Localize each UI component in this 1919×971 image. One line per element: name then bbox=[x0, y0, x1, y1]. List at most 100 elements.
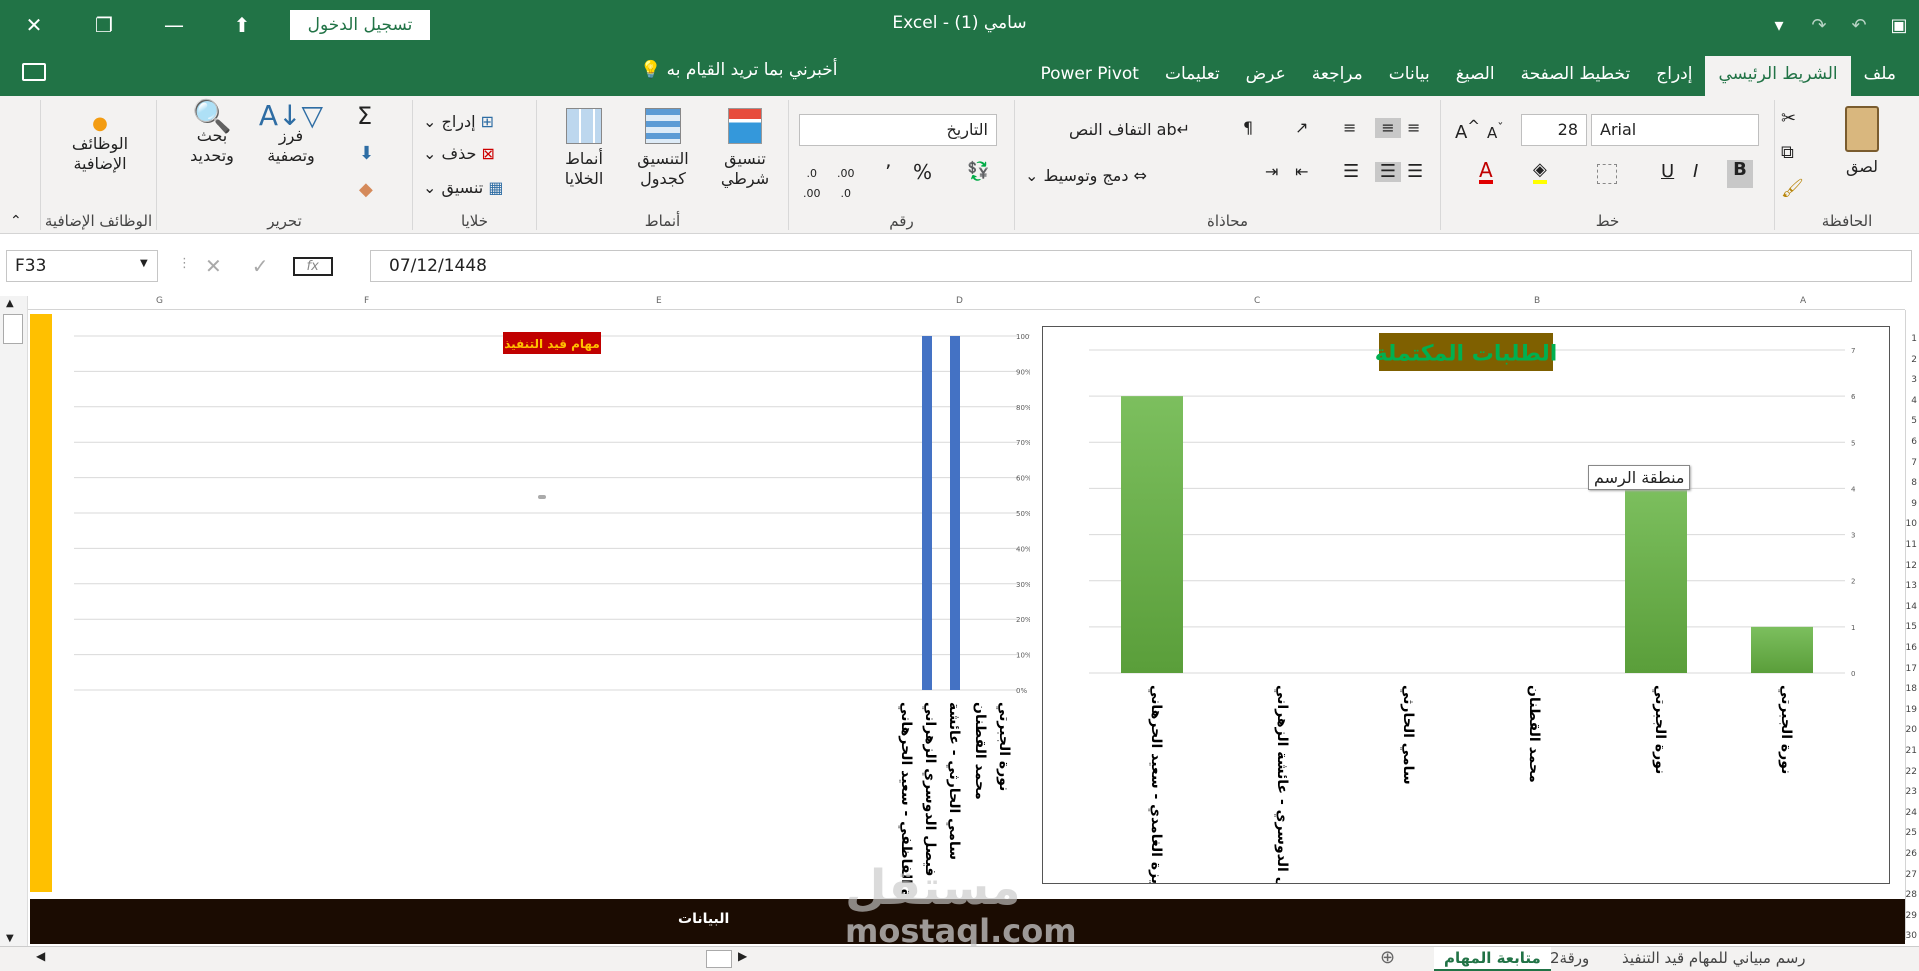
tab-8[interactable]: تعليمات bbox=[1152, 56, 1233, 96]
cell-styles-button[interactable]: أنماط الخلايا bbox=[547, 108, 621, 189]
row-header[interactable]: 25 bbox=[1906, 828, 1917, 838]
tab-9[interactable]: Power Pivot bbox=[1027, 56, 1152, 96]
align-bottom-icon[interactable]: ≡ bbox=[1407, 118, 1420, 138]
row-header[interactable]: 18 bbox=[1906, 684, 1917, 694]
redo-icon[interactable]: ↷ bbox=[1799, 15, 1839, 36]
column-header[interactable]: F bbox=[364, 296, 369, 306]
align-top-icon[interactable]: ≡ bbox=[1343, 118, 1356, 138]
row-header[interactable]: 17 bbox=[1906, 664, 1917, 674]
row-header[interactable]: 30 bbox=[1906, 931, 1917, 941]
autosum-icon[interactable]: Σ bbox=[357, 104, 372, 128]
cancel-icon[interactable]: ✕ bbox=[205, 254, 222, 278]
font-name-box[interactable]: Arial bbox=[1591, 114, 1759, 146]
column-header[interactable]: B bbox=[1534, 296, 1540, 306]
hscroll-thumb[interactable] bbox=[706, 950, 732, 968]
tab-7[interactable]: عرض bbox=[1233, 56, 1299, 96]
row-header[interactable]: 3 bbox=[1911, 375, 1917, 385]
row-header[interactable]: 8 bbox=[1911, 478, 1917, 488]
bold-button[interactable]: B bbox=[1727, 160, 1753, 188]
customize-qat-icon[interactable]: ▾ bbox=[1759, 15, 1799, 36]
italic-button[interactable]: I bbox=[1693, 162, 1698, 182]
cut-icon[interactable]: ✂ bbox=[1781, 108, 1796, 129]
row-header[interactable]: 1 bbox=[1911, 334, 1917, 344]
grow-font-icon[interactable]: A^ bbox=[1455, 116, 1480, 143]
row-header[interactable]: 21 bbox=[1906, 746, 1917, 756]
merge-center-button[interactable]: ⌄ دمج وتوسيط ⇔ bbox=[1025, 166, 1147, 186]
font-size-box[interactable]: 28 bbox=[1521, 114, 1587, 146]
shrink-font-icon[interactable]: Aˇ bbox=[1487, 118, 1504, 143]
sheet-tab-active[interactable]: متابعة المهام bbox=[1434, 947, 1551, 971]
underline-button[interactable]: U bbox=[1661, 162, 1674, 182]
row-header[interactable]: 5 bbox=[1911, 416, 1917, 426]
borders-icon[interactable] bbox=[1597, 164, 1617, 184]
new-sheet-icon[interactable]: ⊕ bbox=[1380, 947, 1395, 968]
row-header[interactable]: 7 bbox=[1911, 458, 1917, 468]
scroll-thumb[interactable] bbox=[3, 314, 23, 344]
align-right-icon[interactable]: ☰ bbox=[1343, 162, 1359, 182]
row-header[interactable]: 27 bbox=[1906, 870, 1917, 880]
delete-cells-button[interactable]: ⌄ حذف ⊠ bbox=[423, 144, 495, 164]
clear-icon[interactable]: ◆ bbox=[359, 180, 373, 200]
sheet-tab-2[interactable]: ورقة2 bbox=[1550, 947, 1589, 971]
row-header[interactable]: 6 bbox=[1911, 437, 1917, 447]
row-header[interactable]: 11 bbox=[1906, 540, 1917, 550]
collapse-ribbon-icon[interactable]: ⌃ bbox=[10, 213, 22, 229]
conditional-formatting-button[interactable]: تنسيق شرطي bbox=[707, 108, 783, 189]
format-as-table-button[interactable]: التنسيق كجدول bbox=[623, 108, 703, 189]
tab-0[interactable]: ملف bbox=[1851, 56, 1909, 96]
tab-6[interactable]: مراجعة bbox=[1299, 56, 1376, 96]
outdent-icon[interactable]: ⇥ bbox=[1265, 162, 1278, 182]
addins-button[interactable]: ● الوظائف الإضافية bbox=[55, 114, 145, 174]
row-header[interactable]: 20 bbox=[1906, 725, 1917, 735]
row-header[interactable]: 15 bbox=[1906, 622, 1917, 632]
enter-icon[interactable]: ✓ bbox=[252, 254, 269, 278]
sort-filter-button[interactable]: A↓▽ فرز وتصفية bbox=[255, 102, 327, 166]
name-box[interactable]: F33 bbox=[6, 250, 158, 282]
row-header[interactable]: 24 bbox=[1906, 808, 1917, 818]
formula-input[interactable]: 07/12/1448 bbox=[370, 250, 1912, 282]
vertical-scrollbar[interactable]: ▲ ▼ bbox=[0, 296, 28, 946]
align-middle-icon[interactable]: ≡ bbox=[1375, 118, 1401, 138]
row-header[interactable]: 19 bbox=[1906, 705, 1917, 715]
save-icon[interactable]: ▣ bbox=[1879, 15, 1919, 36]
paste-button[interactable]: لصق bbox=[1837, 106, 1887, 177]
insert-cells-button[interactable]: ⌄ إدراج ⊞ bbox=[423, 112, 494, 132]
chart-in-progress[interactable]: 0% 10% 20% 30% 40% 50% 60% 70% 80% 90% 100% نورة ال… bbox=[60, 316, 1036, 929]
row-header[interactable]: 9 bbox=[1911, 499, 1917, 509]
undo-icon[interactable]: ↶ bbox=[1839, 15, 1879, 36]
column-header[interactable]: G bbox=[156, 296, 163, 306]
row-header[interactable]: 2 bbox=[1911, 355, 1917, 365]
comment-icon[interactable] bbox=[22, 63, 46, 81]
column-header[interactable]: A bbox=[1800, 296, 1806, 306]
decrease-decimal-button[interactable]: .0.00 bbox=[803, 164, 821, 204]
fill-color-icon[interactable]: ◈ bbox=[1533, 160, 1547, 184]
text-direction-icon[interactable]: ¶ bbox=[1243, 118, 1253, 138]
align-left-icon[interactable]: ☰ bbox=[1407, 162, 1423, 182]
increase-decimal-button[interactable]: .00.0 bbox=[837, 164, 855, 204]
row-header[interactable]: 10 bbox=[1906, 519, 1917, 529]
row-header[interactable]: 26 bbox=[1906, 849, 1917, 859]
tab-5[interactable]: بيانات bbox=[1376, 56, 1443, 96]
column-header[interactable]: D bbox=[956, 296, 963, 306]
row-header[interactable]: 13 bbox=[1906, 581, 1917, 591]
comma-button[interactable]: ٬ bbox=[885, 162, 891, 182]
accounting-icon[interactable]: 💱 bbox=[967, 162, 989, 182]
tab-3[interactable]: تخطيط الصفحة bbox=[1508, 56, 1644, 96]
tab-4[interactable]: الصيغ bbox=[1443, 56, 1508, 96]
indent-icon[interactable]: ⇤ bbox=[1295, 162, 1308, 182]
sheet-tab-chart[interactable]: رسم مبياني للمهام قيد التنفيذ bbox=[1622, 947, 1806, 971]
name-box-dropdown-icon[interactable]: ▼ bbox=[140, 258, 148, 269]
format-cells-button[interactable]: ⌄ تنسيق ▦ bbox=[423, 178, 503, 198]
tab-1[interactable]: الشريط الرئيسي bbox=[1705, 56, 1851, 96]
find-select-button[interactable]: 🔍 بحث وتحديد bbox=[175, 100, 249, 166]
row-header[interactable]: 28 bbox=[1906, 890, 1917, 900]
tab-2[interactable]: إدراج bbox=[1643, 56, 1705, 96]
orientation-icon[interactable]: ↗ bbox=[1295, 118, 1308, 138]
fill-icon[interactable]: ⬇ bbox=[359, 144, 374, 164]
wrap-text-button[interactable]: التفاف النص ab↵ bbox=[1069, 120, 1190, 140]
font-color-icon[interactable]: A bbox=[1479, 160, 1493, 184]
percent-button[interactable]: % bbox=[913, 162, 932, 182]
tell-me-box[interactable]: 💡 أخبرني بما تريد القيام به bbox=[640, 60, 838, 80]
row-header[interactable]: 23 bbox=[1906, 787, 1917, 797]
row-header[interactable]: 22 bbox=[1906, 767, 1917, 777]
